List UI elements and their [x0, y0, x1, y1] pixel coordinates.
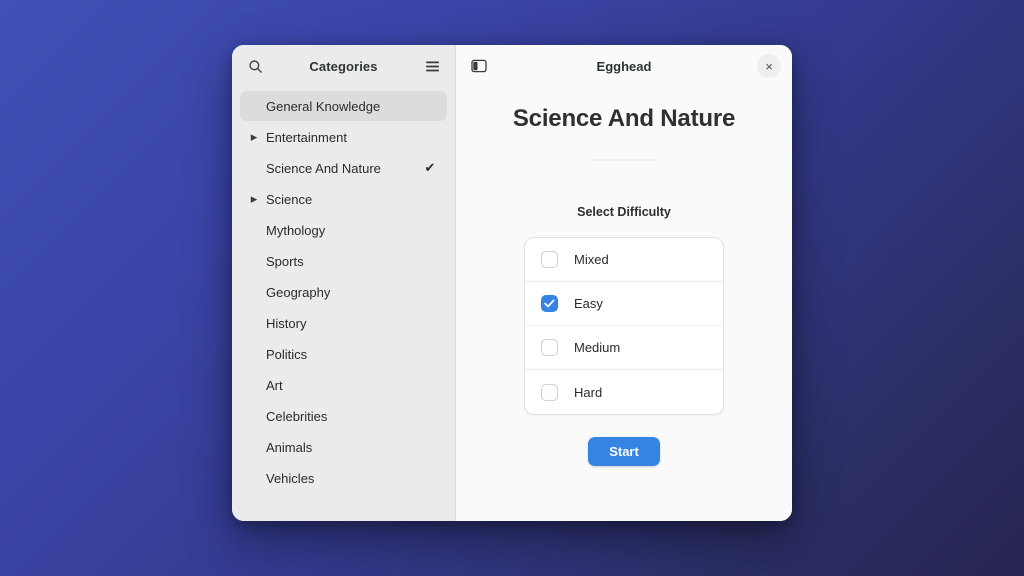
- sidebar-item-general-knowledge[interactable]: ▸ General Knowledge ✔: [240, 91, 447, 121]
- difficulty-row-mixed[interactable]: Mixed: [525, 238, 723, 282]
- sidebar-item-vehicles[interactable]: ▸ Vehicles ✔: [240, 463, 447, 493]
- checkbox-medium[interactable]: [541, 339, 558, 356]
- difficulty-label: Medium: [574, 340, 621, 355]
- sidebar-item-history[interactable]: ▸ History ✔: [240, 308, 447, 338]
- chevron-right-icon[interactable]: ▸: [248, 129, 260, 145]
- difficulty-list: Mixed Easy Medium Hard: [524, 237, 724, 415]
- difficulty-label: Easy: [574, 296, 603, 311]
- sidebar-title: Categories: [309, 58, 378, 74]
- sidebar-item-label: Celebrities: [266, 408, 328, 424]
- content-body: Science And Nature Select Difficulty Mix…: [456, 87, 792, 521]
- checkbox-mixed[interactable]: [541, 251, 558, 268]
- sidebar-item-animals[interactable]: ▸ Animals ✔: [240, 432, 447, 462]
- checkbox-easy[interactable]: [541, 295, 558, 312]
- sidebar-item-label: Vehicles: [266, 470, 315, 486]
- content-pane: Egghead × Science And Nature Select Diff…: [456, 45, 792, 521]
- sidebar-item-mythology[interactable]: ▸ Mythology ✔: [240, 215, 447, 245]
- sidebar-item-label: Politics: [266, 346, 308, 362]
- page-title: Science And Nature: [512, 105, 736, 132]
- sidebar-item-label: Mythology: [266, 222, 326, 238]
- difficulty-label: Mixed: [574, 252, 609, 267]
- start-button[interactable]: Start: [588, 437, 660, 466]
- app-window: Categories ▸ General Knowledge ✔ ▸: [232, 45, 792, 521]
- sidebar-item-label: Sports: [266, 253, 304, 269]
- sidebar-item-politics[interactable]: ▸ Politics ✔: [240, 339, 447, 369]
- difficulty-label: Hard: [574, 384, 603, 400]
- difficulty-row-medium[interactable]: Medium: [525, 326, 723, 370]
- sidebar-item-science[interactable]: ▸ Science ✔: [240, 184, 447, 214]
- title-divider: [590, 159, 658, 161]
- sidebar-item-label: History: [266, 315, 307, 331]
- window-titlebar: Egghead ×: [456, 45, 792, 87]
- sidebar-header: Categories: [232, 45, 455, 87]
- sidebar-toggle-icon[interactable]: [467, 54, 491, 78]
- difficulty-row-easy[interactable]: Easy: [525, 282, 723, 326]
- sidebar-item-art[interactable]: ▸ Art ✔: [240, 370, 447, 400]
- sidebar-item-label: Science And Nature: [266, 160, 381, 176]
- check-icon: ✔: [424, 160, 436, 175]
- close-icon[interactable]: ×: [757, 54, 781, 78]
- search-icon[interactable]: [243, 54, 267, 78]
- sidebar-item-label: Art: [266, 377, 283, 393]
- hamburger-menu-icon[interactable]: [420, 54, 444, 78]
- sidebar-item-sports[interactable]: ▸ Sports ✔: [240, 246, 447, 276]
- sidebar-item-label: Geography: [266, 284, 331, 300]
- sidebar: Categories ▸ General Knowledge ✔ ▸: [232, 45, 456, 521]
- sidebar-item-geography[interactable]: ▸ Geography ✔: [240, 277, 447, 307]
- sidebar-item-science-and-nature[interactable]: ▸ Science And Nature ✔: [240, 153, 447, 183]
- app-title: Egghead: [596, 58, 652, 74]
- difficulty-heading: Select Difficulty: [577, 205, 671, 219]
- checkbox-hard[interactable]: [541, 383, 558, 401]
- category-list: ▸ General Knowledge ✔ ▸ Entertainment ✔ …: [232, 87, 455, 521]
- sidebar-item-label: Science: [266, 191, 313, 207]
- sidebar-item-label: Animals: [266, 439, 313, 455]
- sidebar-item-label: General Knowledge: [266, 98, 381, 114]
- sidebar-item-label: Entertainment: [266, 129, 347, 145]
- difficulty-row-hard[interactable]: Hard: [525, 370, 723, 414]
- sidebar-item-celebrities[interactable]: ▸ Celebrities ✔: [240, 401, 447, 431]
- sidebar-item-entertainment[interactable]: ▸ Entertainment ✔: [240, 122, 447, 152]
- chevron-right-icon[interactable]: ▸: [248, 191, 260, 207]
